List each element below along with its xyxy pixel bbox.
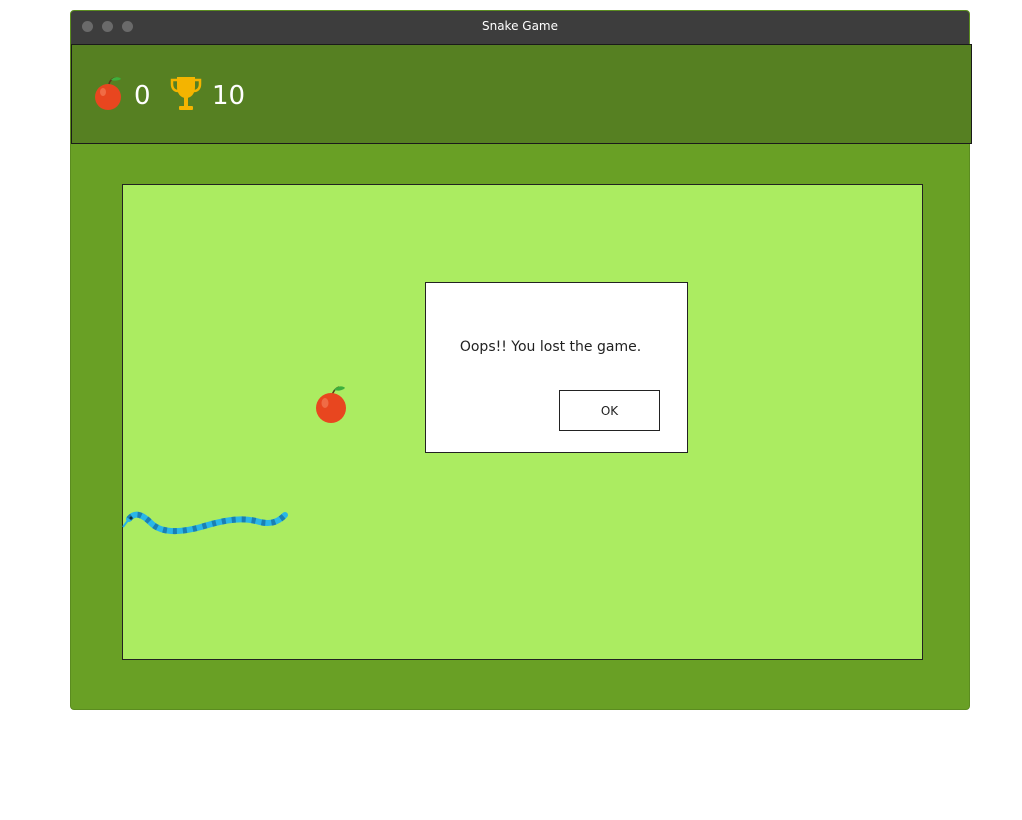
ok-button[interactable]: OK <box>559 390 660 431</box>
snake <box>121 507 291 548</box>
current-score: 0 <box>134 81 151 111</box>
high-score: 10 <box>212 81 246 111</box>
game-board[interactable]: Oops!! You lost the game. OK <box>122 184 923 660</box>
trophy-icon <box>170 75 202 118</box>
window-title: Snake Game <box>481 19 559 33</box>
apple-icon <box>315 384 349 429</box>
game-over-dialog: Oops!! You lost the game. OK <box>425 282 688 453</box>
game-over-message: Oops!! You lost the game. <box>459 339 642 355</box>
title-bar[interactable]: Snake Game <box>71 11 969 44</box>
game-window: Snake Game 0 10 Oops!! You lost the game… <box>70 10 972 710</box>
high-score-display: 10 <box>170 75 245 117</box>
score-bar: 0 10 <box>71 44 972 144</box>
apple-icon <box>94 76 124 117</box>
score-display: 0 <box>94 75 151 117</box>
